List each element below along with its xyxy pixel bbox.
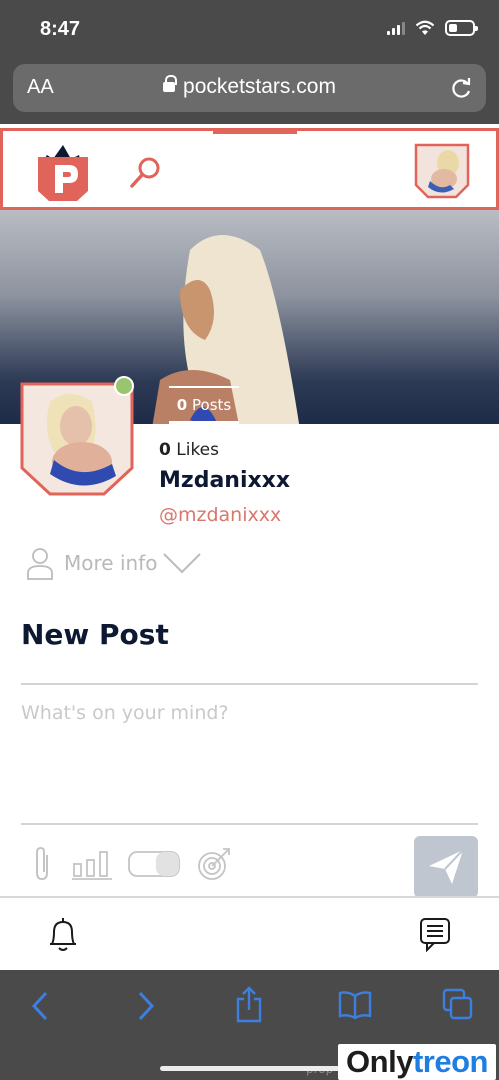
bottom-nav bbox=[0, 896, 499, 970]
profile-name: Mzdanixxx bbox=[159, 468, 291, 493]
web-page: 0 Posts 0 Likes Mzdanixxx @mzdanixxx Mor… bbox=[0, 124, 499, 970]
posts-label: Posts bbox=[192, 396, 232, 414]
site-header bbox=[0, 128, 499, 210]
back-icon[interactable] bbox=[30, 990, 52, 1022]
reload-icon[interactable] bbox=[448, 74, 474, 102]
forward-icon[interactable] bbox=[134, 990, 156, 1022]
target-icon[interactable] bbox=[196, 846, 232, 882]
avatar[interactable] bbox=[20, 382, 134, 496]
address-bar[interactable]: AA pocketstars.com bbox=[13, 64, 486, 112]
home-indicator bbox=[160, 1066, 340, 1071]
post-textarea[interactable] bbox=[21, 702, 478, 822]
url-text: pocketstars.com bbox=[183, 75, 336, 98]
posts-count: 0 bbox=[176, 396, 188, 414]
logo-icon[interactable] bbox=[35, 139, 91, 203]
lock-icon bbox=[163, 75, 178, 92]
divider bbox=[21, 683, 478, 685]
chevron-down-icon bbox=[163, 553, 202, 574]
user-icon bbox=[27, 548, 53, 580]
tabs-icon[interactable] bbox=[442, 988, 474, 1022]
wifi-icon bbox=[415, 20, 435, 35]
composer-toolbar bbox=[30, 840, 248, 888]
bookmarks-icon[interactable] bbox=[338, 990, 372, 1020]
tab-posts[interactable]: 0 Posts bbox=[169, 386, 239, 424]
header-avatar[interactable] bbox=[414, 143, 470, 199]
more-info-label: More info bbox=[64, 551, 158, 575]
url-display[interactable]: pocketstars.com bbox=[13, 75, 486, 99]
battery-icon bbox=[445, 20, 478, 36]
header-accent bbox=[213, 131, 297, 134]
signal-icon bbox=[387, 21, 405, 35]
watermark-logo: Only treon bbox=[338, 1044, 496, 1080]
send-button[interactable] bbox=[414, 836, 478, 898]
more-info-toggle[interactable]: More info bbox=[26, 546, 202, 580]
likes-count: 0 Likes bbox=[159, 440, 219, 460]
status-bar: 8:47 bbox=[0, 0, 499, 58]
new-post-title: New Post bbox=[21, 618, 169, 651]
likes-label: Likes bbox=[176, 440, 219, 460]
chat-icon[interactable] bbox=[419, 916, 451, 952]
online-status-dot bbox=[114, 376, 134, 396]
divider bbox=[21, 823, 478, 825]
send-icon bbox=[429, 849, 464, 884]
attachment-icon[interactable] bbox=[30, 845, 56, 883]
status-icons bbox=[387, 20, 478, 36]
share-icon[interactable] bbox=[234, 986, 264, 1024]
profile-handle: @mzdanixxx bbox=[159, 504, 282, 526]
status-time: 8:47 bbox=[40, 18, 81, 40]
search-icon[interactable] bbox=[127, 155, 163, 191]
poll-icon[interactable] bbox=[72, 848, 112, 880]
bell-icon[interactable] bbox=[46, 916, 80, 954]
toggle-icon[interactable] bbox=[128, 850, 180, 878]
likes-number: 0 bbox=[159, 440, 171, 460]
watermark-text-treon: treon bbox=[412, 1044, 489, 1079]
watermark-text-only: Only bbox=[346, 1044, 413, 1079]
